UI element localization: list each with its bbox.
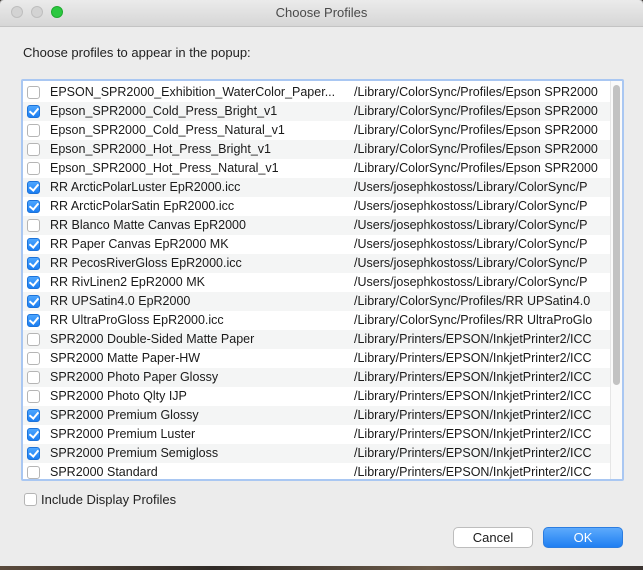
profile-path: /Library/Printers/EPSON/InkjetPrinter2/I… [354, 427, 592, 441]
profile-path: /Library/ColorSync/Profiles/Epson SPR200… [354, 142, 598, 156]
profile-path: /Users/josephkostoss/Library/ColorSync/P [354, 256, 588, 270]
profile-row[interactable]: SPR2000 Double-Sided Matte Paper/Library… [23, 330, 610, 349]
profile-name: SPR2000 Premium Luster [50, 427, 196, 441]
ok-button[interactable]: OK [543, 527, 623, 548]
profile-row[interactable]: RR RivLinen2 EpR2000 MK/Users/josephkost… [23, 273, 610, 292]
profile-checkbox[interactable] [27, 466, 40, 479]
profile-path: /Library/Printers/EPSON/InkjetPrinter2/I… [354, 446, 592, 460]
list-scrollbar[interactable] [610, 81, 622, 479]
profile-row[interactable]: RR ArcticPolarLuster EpR2000.icc/Users/j… [23, 178, 610, 197]
include-display-profiles-label: Include Display Profiles [41, 492, 177, 507]
profile-row[interactable]: SPR2000 Matte Paper-HW/Library/Printers/… [23, 349, 610, 368]
profile-row[interactable]: SPR2000 Premium Luster/Library/Printers/… [23, 425, 610, 444]
profile-checkbox[interactable] [27, 257, 40, 270]
profile-name: Epson_SPR2000_Hot_Press_Bright_v1 [50, 142, 271, 156]
profile-name: SPR2000 Double-Sided Matte Paper [50, 332, 255, 346]
profile-name: SPR2000 Standard [50, 465, 158, 479]
profile-checkbox[interactable] [27, 371, 40, 384]
profile-row[interactable]: RR Blanco Matte Canvas EpR2000/Users/jos… [23, 216, 610, 235]
profile-path: /Library/Printers/EPSON/InkjetPrinter2/I… [354, 332, 592, 346]
profile-row[interactable]: SPR2000 Standard/Library/Printers/EPSON/… [23, 463, 610, 479]
title-bar[interactable]: Choose Profiles [0, 0, 643, 27]
profiles-list[interactable]: EPSON_SPR2000_Exhibition_WaterColor_Pape… [21, 79, 624, 481]
profile-checkbox[interactable] [27, 390, 40, 403]
profile-checkbox[interactable] [27, 447, 40, 460]
profile-row[interactable]: Epson_SPR2000_Cold_Press_Bright_v1/Libra… [23, 102, 610, 121]
profile-name: Epson_SPR2000_Hot_Press_Natural_v1 [50, 161, 279, 175]
profile-name: RR Paper Canvas EpR2000 MK [50, 237, 229, 251]
profile-checkbox[interactable] [27, 162, 40, 175]
profile-checkbox[interactable] [27, 295, 40, 308]
profile-name: SPR2000 Photo Qlty IJP [50, 389, 187, 403]
profile-path: /Library/ColorSync/Profiles/RR UltraProG… [354, 313, 593, 327]
profile-row[interactable]: RR ArcticPolarSatin EpR2000.icc/Users/jo… [23, 197, 610, 216]
profile-row[interactable]: Epson_SPR2000_Cold_Press_Natural_v1/Libr… [23, 121, 610, 140]
profile-name: RR ArcticPolarSatin EpR2000.icc [50, 199, 235, 213]
profile-path: /Library/Printers/EPSON/InkjetPrinter2/I… [354, 389, 592, 403]
profile-name: SPR2000 Premium Semigloss [50, 446, 219, 460]
profile-name: RR Blanco Matte Canvas EpR2000 [50, 218, 246, 232]
profile-row[interactable]: EPSON_SPR2000_Exhibition_WaterColor_Pape… [23, 83, 610, 102]
profile-name: RR ArcticPolarLuster EpR2000.icc [50, 180, 241, 194]
profile-path: /Library/ColorSync/Profiles/Epson SPR200… [354, 161, 598, 175]
desktop-background [0, 566, 643, 570]
profile-path: /Users/josephkostoss/Library/ColorSync/P [354, 275, 588, 289]
profile-path: /Library/ColorSync/Profiles/Epson SPR200… [354, 85, 598, 99]
profile-row[interactable]: SPR2000 Photo Paper Glossy/Library/Print… [23, 368, 610, 387]
profile-path: /Users/josephkostoss/Library/ColorSync/P [354, 237, 588, 251]
profile-checkbox[interactable] [27, 276, 40, 289]
profile-name: RR UltraProGloss EpR2000.icc [50, 313, 224, 327]
profile-checkbox[interactable] [27, 143, 40, 156]
profile-path: /Library/ColorSync/Profiles/RR UPSatin4.… [354, 294, 591, 308]
choose-profiles-dialog: Choose Profiles Choose profiles to appea… [0, 0, 643, 566]
profile-checkbox[interactable] [27, 200, 40, 213]
profile-checkbox[interactable] [27, 124, 40, 137]
profile-name: SPR2000 Premium Glossy [50, 408, 199, 422]
profile-name: EPSON_SPR2000_Exhibition_WaterColor_Pape… [50, 85, 336, 99]
profile-row[interactable]: SPR2000 Premium Semigloss/Library/Printe… [23, 444, 610, 463]
profile-row[interactable]: RR UPSatin4.0 EpR2000/Library/ColorSync/… [23, 292, 610, 311]
profile-path: /Library/ColorSync/Profiles/Epson SPR200… [354, 104, 598, 118]
profile-row[interactable]: SPR2000 Premium Glossy/Library/Printers/… [23, 406, 610, 425]
profile-checkbox[interactable] [27, 409, 40, 422]
profile-path: /Users/josephkostoss/Library/ColorSync/P [354, 199, 588, 213]
profile-checkbox[interactable] [27, 352, 40, 365]
profile-checkbox[interactable] [27, 181, 40, 194]
scrollbar-thumb[interactable] [613, 85, 620, 385]
profile-path: /Library/Printers/EPSON/InkjetPrinter2/I… [354, 351, 592, 365]
profile-checkbox[interactable] [27, 428, 40, 441]
profile-row[interactable]: RR Paper Canvas EpR2000 MK/Users/josephk… [23, 235, 610, 254]
cancel-button[interactable]: Cancel [453, 527, 533, 548]
profile-row[interactable]: Epson_SPR2000_Hot_Press_Natural_v1/Libra… [23, 159, 610, 178]
profile-name: RR UPSatin4.0 EpR2000 [50, 294, 191, 308]
profile-name: RR PecosRiverGloss EpR2000.icc [50, 256, 242, 270]
profile-path: /Users/josephkostoss/Library/ColorSync/P [354, 218, 588, 232]
profile-checkbox[interactable] [27, 238, 40, 251]
profile-path: /Library/Printers/EPSON/InkjetPrinter2/I… [354, 370, 592, 384]
profile-name: Epson_SPR2000_Cold_Press_Bright_v1 [50, 104, 278, 118]
profile-row[interactable]: Epson_SPR2000_Hot_Press_Bright_v1/Librar… [23, 140, 610, 159]
include-display-profiles-checkbox[interactable] [24, 493, 37, 506]
profile-checkbox[interactable] [27, 105, 40, 118]
profile-row[interactable]: RR PecosRiverGloss EpR2000.icc/Users/jos… [23, 254, 610, 273]
profile-path: /Users/josephkostoss/Library/ColorSync/P [354, 180, 588, 194]
profile-checkbox[interactable] [27, 333, 40, 346]
window-title: Choose Profiles [275, 5, 368, 20]
profile-path: /Library/Printers/EPSON/InkjetPrinter2/I… [354, 465, 592, 479]
profile-name: SPR2000 Matte Paper-HW [50, 351, 201, 365]
profile-name: Epson_SPR2000_Cold_Press_Natural_v1 [50, 123, 285, 137]
profile-row[interactable]: RR UltraProGloss EpR2000.icc/Library/Col… [23, 311, 610, 330]
profile-checkbox[interactable] [27, 219, 40, 232]
profile-path: /Library/Printers/EPSON/InkjetPrinter2/I… [354, 408, 592, 422]
profile-checkbox[interactable] [27, 86, 40, 99]
prompt-label: Choose profiles to appear in the popup: [23, 45, 251, 60]
profile-name: RR RivLinen2 EpR2000 MK [50, 275, 205, 289]
profile-path: /Library/ColorSync/Profiles/Epson SPR200… [354, 123, 598, 137]
profile-row[interactable]: SPR2000 Photo Qlty IJP/Library/Printers/… [23, 387, 610, 406]
profiles-list-body: EPSON_SPR2000_Exhibition_WaterColor_Pape… [23, 83, 610, 479]
profile-checkbox[interactable] [27, 314, 40, 327]
profile-name: SPR2000 Photo Paper Glossy [50, 370, 219, 384]
